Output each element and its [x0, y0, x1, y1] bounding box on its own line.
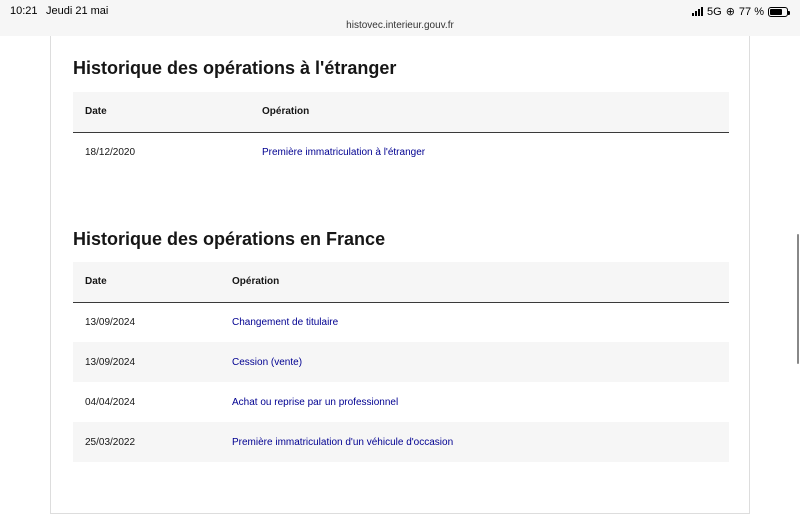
row-date: 04/04/2024	[85, 396, 136, 408]
row-date: 18/12/2020	[85, 146, 136, 158]
row-date: 13/09/2024	[73, 342, 220, 382]
foreign-history-title: Historique des opérations à l'étranger	[73, 58, 397, 78]
france-history-title: Historique des opérations en France	[73, 229, 386, 249]
table-header-row: Date Opération	[73, 92, 729, 133]
page-content: Historique des opérations à l'étranger D…	[0, 36, 800, 525]
table-header-row: Date Opération	[73, 262, 729, 303]
column-header-date: Date	[73, 92, 250, 133]
table-row: 13/09/2024 Changement de titulaire	[73, 302, 729, 342]
table-row: 25/03/2022 Première immatriculation d'un…	[73, 422, 729, 462]
row-operation: Achat ou reprise par un professionnel	[232, 396, 399, 408]
status-bar: 10:21 Jeudi 21 mai 5G ⊕ 77 %	[0, 0, 800, 20]
row-operation: Changement de titulaire	[232, 316, 339, 328]
signal-icon	[692, 7, 704, 16]
battery-percent: 77 %	[738, 5, 764, 18]
row-date: 13/09/2024	[85, 316, 136, 328]
status-indicators: 5G ⊕ 77 %	[692, 5, 790, 18]
column-header-date: Date	[73, 262, 220, 303]
status-date: Jeudi 21 mai	[46, 5, 109, 17]
history-card: Historique des opérations à l'étranger D…	[50, 36, 750, 514]
foreign-history-table: Date Opération 18/12/2020 Première immat…	[73, 92, 729, 172]
battery-icon	[768, 6, 790, 17]
france-history-table: Date Opération 13/09/2024 Changement de …	[73, 262, 729, 462]
row-date: 25/03/2022	[73, 422, 220, 462]
row-operation: Première immatriculation d'un véhicule d…	[220, 422, 729, 462]
column-header-operation: Opération	[250, 92, 729, 133]
row-operation: Première immatriculation à l'étranger	[262, 146, 426, 158]
orientation-lock-icon: ⊕	[725, 6, 735, 18]
table-row: 13/09/2024 Cession (vente)	[73, 342, 729, 382]
scrollbar[interactable]	[797, 234, 799, 364]
network-label: 5G	[707, 5, 722, 18]
table-row: 04/04/2024 Achat ou reprise par un profe…	[73, 382, 729, 422]
column-header-operation: Opération	[220, 262, 729, 303]
address-bar[interactable]: histovec.interieur.gouv.fr	[0, 20, 800, 36]
row-operation: Cession (vente)	[220, 342, 729, 382]
table-row: 18/12/2020 Première immatriculation à l'…	[73, 132, 729, 172]
status-time: 10:21	[10, 5, 38, 17]
